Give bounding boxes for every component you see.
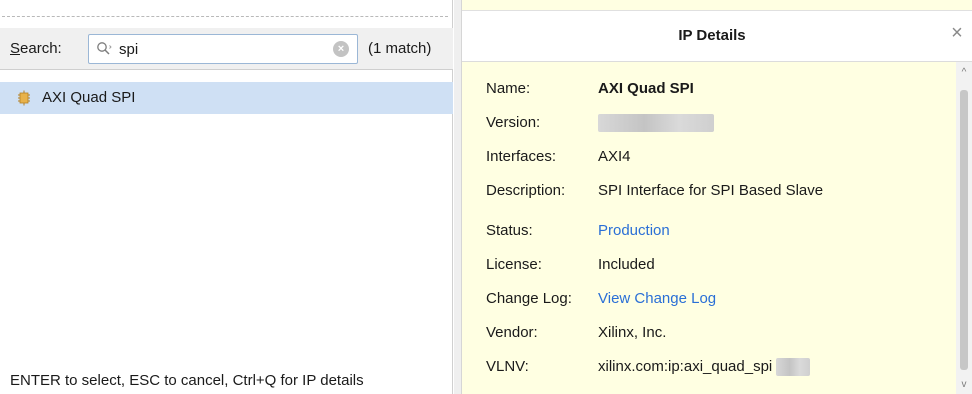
ip-details-pane: IP Details × Name: AXI Quad SPI Version:… xyxy=(462,0,972,394)
clear-search-icon[interactable]: × xyxy=(333,41,349,57)
detail-value-name: AXI Quad SPI xyxy=(598,80,694,97)
search-bar: Search: × (1 match) xyxy=(0,28,453,70)
pane-splitter[interactable] xyxy=(454,0,462,394)
search-label: Search: xyxy=(10,40,62,57)
vlnv-text: xilinx.com:ip:axi_quad_spi xyxy=(598,358,773,375)
search-field[interactable]: × xyxy=(88,34,358,64)
pane-grip[interactable] xyxy=(2,16,448,17)
keyboard-hint: ENTER to select, ESC to cancel, Ctrl+Q f… xyxy=(10,372,364,389)
detail-value-license: Included xyxy=(598,256,655,273)
redacted-version xyxy=(598,114,714,133)
status-link[interactable]: Production xyxy=(598,222,670,239)
ip-core-icon xyxy=(18,90,30,106)
detail-key: License: xyxy=(486,256,542,273)
search-input[interactable] xyxy=(119,38,319,60)
detail-key: Vendor: xyxy=(486,324,538,341)
detail-value-vlnv: xilinx.com:ip:axi_quad_spi xyxy=(598,358,811,377)
search-icon xyxy=(97,42,112,55)
detail-key: Description: xyxy=(486,182,566,199)
detail-value-interfaces: AXI4 xyxy=(598,148,631,165)
match-count: (1 match) xyxy=(368,40,432,57)
scroll-up-icon[interactable]: ^ xyxy=(958,68,970,78)
detail-key: Interfaces: xyxy=(486,148,557,165)
ip-catalog-pane: Search: × (1 match) xyxy=(0,0,453,394)
scroll-down-icon[interactable]: v xyxy=(958,380,970,390)
redacted-vlnv-version xyxy=(776,358,811,377)
detail-value-version xyxy=(598,114,714,133)
details-scrollbar[interactable]: ^ v xyxy=(956,62,972,394)
view-change-log-link[interactable]: View Change Log xyxy=(598,290,716,307)
detail-key: Name: xyxy=(486,80,531,97)
detail-value-description: SPI Interface for SPI Based Slave xyxy=(598,182,824,199)
list-item[interactable]: AXI Quad SPI xyxy=(0,82,453,114)
list-item-label: AXI Quad SPI xyxy=(42,89,136,106)
detail-key: Change Log: xyxy=(486,290,572,307)
search-results-list: AXI Quad SPI xyxy=(0,72,453,362)
detail-key: Version: xyxy=(486,114,541,131)
detail-value-vendor: Xilinx, Inc. xyxy=(598,324,667,341)
details-title: IP Details xyxy=(678,27,746,44)
details-header: IP Details × xyxy=(462,10,972,62)
close-icon[interactable]: × xyxy=(948,23,966,43)
details-body: Name: AXI Quad SPI Version: Interfaces: … xyxy=(462,62,956,394)
detail-key: VLNV: xyxy=(486,358,529,375)
scroll-thumb[interactable] xyxy=(960,90,968,370)
detail-key: Status: xyxy=(486,222,533,239)
